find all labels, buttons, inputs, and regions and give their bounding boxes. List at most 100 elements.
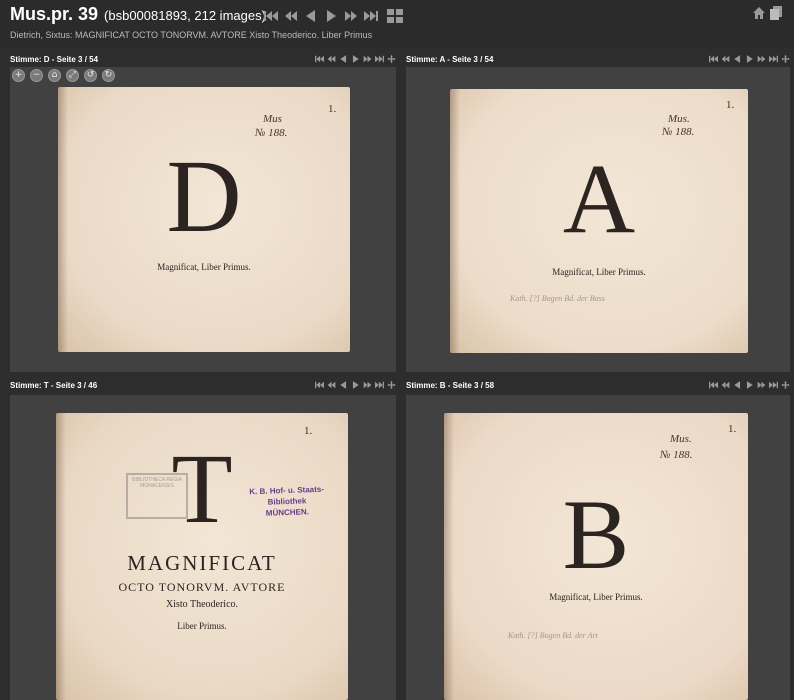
panel-bar-a: Stimme: A - Seite 3 / 54	[406, 51, 790, 67]
last-page-icon[interactable]	[769, 381, 778, 390]
move-icon[interactable]	[387, 381, 396, 390]
page-image-a: Mus. № 188. 1. A Magnificat, Liber Primu…	[450, 89, 748, 353]
panel-nav	[315, 55, 396, 64]
rotate-right-icon: ↻	[104, 70, 113, 80]
panel-label: Stimme: T - Seite 3 / 46	[10, 380, 98, 390]
pages-icon[interactable]	[770, 6, 782, 20]
first-page-icon[interactable]	[315, 381, 324, 390]
next-icon[interactable]	[745, 381, 754, 390]
first-page-icon[interactable]	[315, 55, 324, 64]
title-line-2: OCTO TONORVM. AVTORE	[118, 580, 286, 594]
fast-back-icon[interactable]	[721, 381, 730, 390]
zoom-out-button[interactable]: −	[30, 69, 43, 82]
title-line-3: Xisto Theoderico.	[165, 599, 239, 610]
fast-forward-icon[interactable]	[363, 381, 372, 390]
folio-number: 1.	[304, 425, 313, 437]
previous-icon[interactable]	[733, 55, 742, 64]
voice-letter: A	[562, 143, 636, 254]
home-icon: ⌂	[51, 70, 58, 80]
zoom-in-icon: +	[14, 70, 23, 80]
page-title-sub: (bsb00081893, 212 images)	[104, 8, 266, 23]
page-caption: Magnificat, Liber Primus.	[549, 592, 643, 602]
last-page-icon[interactable]	[375, 55, 384, 64]
page-caption: Magnificat, Liber Primus.	[157, 262, 251, 272]
zoom-toolbar: + − ⌂ ⤢ ↺ ↻	[12, 69, 115, 82]
page-viewer-b[interactable]: Mus. № 188. 1. B Magnificat, Liber Primu…	[406, 395, 790, 700]
next-icon[interactable]	[351, 55, 360, 64]
rotate-left-button[interactable]: ↺	[84, 69, 97, 82]
page-image-b: Mus. № 188. 1. B Magnificat, Liber Primu…	[444, 413, 748, 700]
title-line-1: MAGNIFICAT	[127, 551, 277, 575]
move-icon[interactable]	[781, 381, 790, 390]
voice-letter: D	[166, 139, 242, 254]
page-image-d: Mus № 188. 1. D Magnificat, Liber Primus…	[58, 87, 350, 352]
header: Mus.pr. 39 (bsb00081893, 212 images) Die…	[0, 0, 794, 48]
zoom-in-button[interactable]: +	[12, 69, 25, 82]
fast-forward-icon[interactable]	[342, 8, 360, 24]
panel-nav	[709, 55, 790, 64]
voice-letter: B	[562, 479, 630, 590]
panel-label: Stimme: A - Seite 3 / 54	[406, 54, 494, 64]
move-icon[interactable]	[781, 55, 790, 64]
first-page-icon[interactable]	[262, 8, 280, 24]
move-icon[interactable]	[387, 55, 396, 64]
fullscreen-icon: ⤢	[68, 70, 77, 80]
library-stamp-grey: BIBLIOTHECA REGIA MONACENSIS	[126, 473, 188, 519]
page-viewer-d[interactable]: Mus № 188. 1. D Magnificat, Liber Primus…	[10, 67, 396, 372]
folio-number: 1.	[726, 99, 735, 111]
fast-back-icon[interactable]	[327, 381, 336, 390]
panel-nav	[709, 381, 790, 390]
next-icon[interactable]	[351, 381, 360, 390]
shelfmark-line-1: Mus.	[670, 433, 692, 445]
pencil-note: Kath. [?] Bogen Bd. der Art	[508, 631, 598, 640]
fast-back-icon[interactable]	[282, 8, 300, 24]
fullscreen-button[interactable]: ⤢	[66, 69, 79, 82]
page-subtitle: Dietrich, Sixtus: MAGNIFICAT OCTO TONORV…	[10, 30, 373, 40]
folio-number: 1.	[328, 103, 337, 115]
fast-forward-icon[interactable]	[757, 381, 766, 390]
home-icon[interactable]	[752, 6, 766, 20]
pencil-note: Kath. [?] Bogen Bd. der Bass	[510, 294, 605, 303]
shelfmark-line-2: № 188.	[662, 126, 695, 138]
library-stamp-purple: K. B. Hof- u. Staats- Bibliothek MÜNCHEN…	[231, 483, 342, 520]
title-line-4: Liber Primus.	[177, 621, 227, 631]
grid-view-icon[interactable]	[387, 9, 403, 23]
previous-icon[interactable]	[302, 8, 320, 24]
page-title: Mus.pr. 39	[10, 4, 99, 24]
last-page-icon[interactable]	[362, 8, 380, 24]
rotate-left-icon: ↺	[86, 70, 95, 80]
page-viewer-a[interactable]: Mus. № 188. 1. A Magnificat, Liber Primu…	[406, 67, 790, 372]
zoom-home-button[interactable]: ⌂	[48, 69, 61, 82]
fast-forward-icon[interactable]	[363, 55, 372, 64]
panel-label: Stimme: B - Seite 3 / 58	[406, 380, 495, 390]
title-row: Mus.pr. 39 (bsb00081893, 212 images)	[10, 4, 266, 25]
previous-icon[interactable]	[339, 381, 348, 390]
header-nav	[262, 8, 380, 24]
fast-back-icon[interactable]	[327, 55, 336, 64]
rotate-right-button[interactable]: ↻	[102, 69, 115, 82]
last-page-icon[interactable]	[375, 381, 384, 390]
panel-bar-b: Stimme: B - Seite 3 / 58	[406, 377, 790, 393]
first-page-icon[interactable]	[709, 381, 718, 390]
next-icon[interactable]	[745, 55, 754, 64]
first-page-icon[interactable]	[709, 55, 718, 64]
shelfmark-line-2: № 188.	[255, 127, 288, 139]
fast-back-icon[interactable]	[721, 55, 730, 64]
page-caption: Magnificat, Liber Primus.	[552, 267, 646, 277]
next-icon[interactable]	[322, 8, 340, 24]
shelfmark-line-1: Mus.	[668, 113, 690, 125]
previous-icon[interactable]	[339, 55, 348, 64]
panel-bar-d: Stimme: D - Seite 3 / 54	[10, 51, 396, 67]
page-viewer-t[interactable]: 1. T BIBLIOTHECA REGIA MONACENSIS K. B. …	[10, 395, 396, 700]
shelfmark-line-2: № 188.	[660, 449, 693, 461]
page-image-t: 1. T BIBLIOTHECA REGIA MONACENSIS K. B. …	[56, 413, 348, 700]
previous-icon[interactable]	[733, 381, 742, 390]
fast-forward-icon[interactable]	[757, 55, 766, 64]
shelfmark-line-1: Mus	[263, 113, 282, 125]
last-page-icon[interactable]	[769, 55, 778, 64]
panel-bar-t: Stimme: T - Seite 3 / 46	[10, 377, 396, 393]
panel-nav	[315, 381, 396, 390]
zoom-out-icon: −	[32, 70, 41, 80]
folio-number: 1.	[728, 423, 737, 435]
panel-label: Stimme: D - Seite 3 / 54	[10, 54, 99, 64]
